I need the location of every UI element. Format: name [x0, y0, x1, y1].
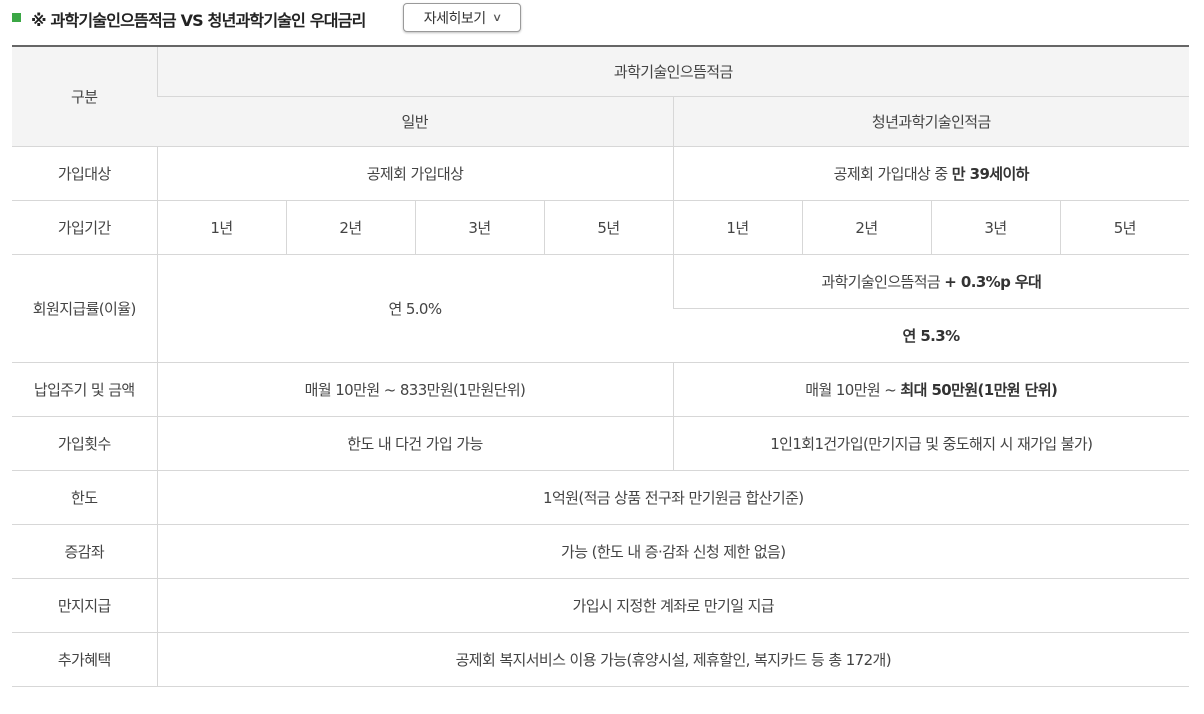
rate-youth-total: 연 5.3%: [673, 308, 1190, 363]
table-row: 가입기간 1년 2년 3년 5년 1년 2년 3년 5년: [12, 200, 1190, 255]
general-header: 일반: [157, 96, 673, 147]
product-header: 과학기술인으뜸적금: [156, 46, 1190, 97]
table-row: 가입횟수 한도 내 다건 가입 가능 1인1회1건가입(만기지급 및 중도해지 …: [12, 416, 1190, 471]
row-label: 가입기간: [12, 200, 157, 255]
payment-general: 매월 10만원 ~ 833만원(1만원단위): [156, 362, 673, 417]
green-square-bullet-icon: [12, 13, 21, 22]
table-row: 가입대상 공제회 가입대상 공제회 가입대상 중 만 39세이하: [12, 146, 1190, 201]
comparison-table: 구분 과학기술인으뜸적금 일반 청년과학기술인적금 가입대상 공제회 가입대상 …: [12, 45, 1190, 687]
count-general: 한도 내 다건 가입 가능: [156, 416, 673, 471]
category-header: 구분: [12, 46, 157, 147]
maturity-value: 가입시 지정한 계좌로 만기일 지급: [156, 578, 1190, 633]
period-general-cell: 2년: [285, 200, 415, 255]
table-row: 만지지급 가입시 지정한 계좌로 만기일 지급: [12, 578, 1190, 633]
section-title: ※ 과학기술인으뜸적금 VS 청년과학기술인 우대금리: [31, 11, 366, 30]
period-youth-cell: 1년: [672, 200, 802, 255]
eligibility-general: 공제회 가입대상: [156, 146, 673, 201]
benefit-value: 공제회 복지서비스 이용 가능(휴양시설, 제휴할인, 복지카드 등 총 172…: [156, 632, 1190, 687]
row-label: 가입대상: [12, 146, 157, 201]
limit-value: 1억원(적금 상품 전구좌 만기원금 합산기준): [156, 470, 1190, 525]
period-general-cell: 3년: [414, 200, 544, 255]
view-details-label: 자세히보기: [423, 10, 486, 27]
period-youth-cell: 3년: [930, 200, 1060, 255]
table-row: 한도 1억원(적금 상품 전구좌 만기원금 합산기준): [12, 470, 1190, 525]
rate-youth-preference: 과학기술인으뜸적금 + 0.3%p 우대: [672, 254, 1190, 309]
section-header: ※ 과학기술인으뜸적금 VS 청년과학기술인 우대금리 자세히보기 ∨: [0, 0, 1204, 46]
period-general-cell: 1년: [156, 200, 286, 255]
row-label: 회원지급률(이율): [12, 254, 157, 363]
period-youth-cell: 2년: [801, 200, 931, 255]
period-youth-cell: 5년: [1059, 200, 1190, 255]
count-youth: 1인1회1건가입(만기지급 및 중도해지 시 재가입 불가): [672, 416, 1190, 471]
row-label: 증감좌: [12, 524, 157, 579]
row-label: 추가혜택: [12, 632, 157, 687]
chevron-down-icon: ∨: [491, 11, 502, 24]
row-label: 만지지급: [12, 578, 157, 633]
youth-header: 청년과학기술인적금: [672, 96, 1190, 147]
adjust-value: 가능 (한도 내 증·감좌 신청 제한 없음): [156, 524, 1190, 579]
view-details-button[interactable]: 자세히보기 ∨: [403, 3, 521, 32]
eligibility-youth: 공제회 가입대상 중 만 39세이하: [672, 146, 1190, 201]
table-row: 회원지급률(이율) 연 5.0% 과학기술인으뜸적금 + 0.3%p 우대: [12, 254, 1190, 363]
period-general-cell: 5년: [543, 200, 673, 255]
table-row: 증감좌 가능 (한도 내 증·감좌 신청 제한 없음): [12, 524, 1190, 579]
row-label: 가입횟수: [12, 416, 157, 471]
row-label: 납입주기 및 금액: [12, 362, 157, 417]
payment-youth: 매월 10만원 ~ 최대 50만원(1만원 단위): [672, 362, 1190, 417]
table-row: 추가혜택 공제회 복지서비스 이용 가능(휴양시설, 제휴할인, 복지카드 등 …: [12, 632, 1190, 687]
table-row: 납입주기 및 금액 매월 10만원 ~ 833만원(1만원단위) 매월 10만원…: [12, 362, 1190, 417]
rate-general: 연 5.0%: [156, 254, 673, 363]
row-label: 한도: [12, 470, 157, 525]
